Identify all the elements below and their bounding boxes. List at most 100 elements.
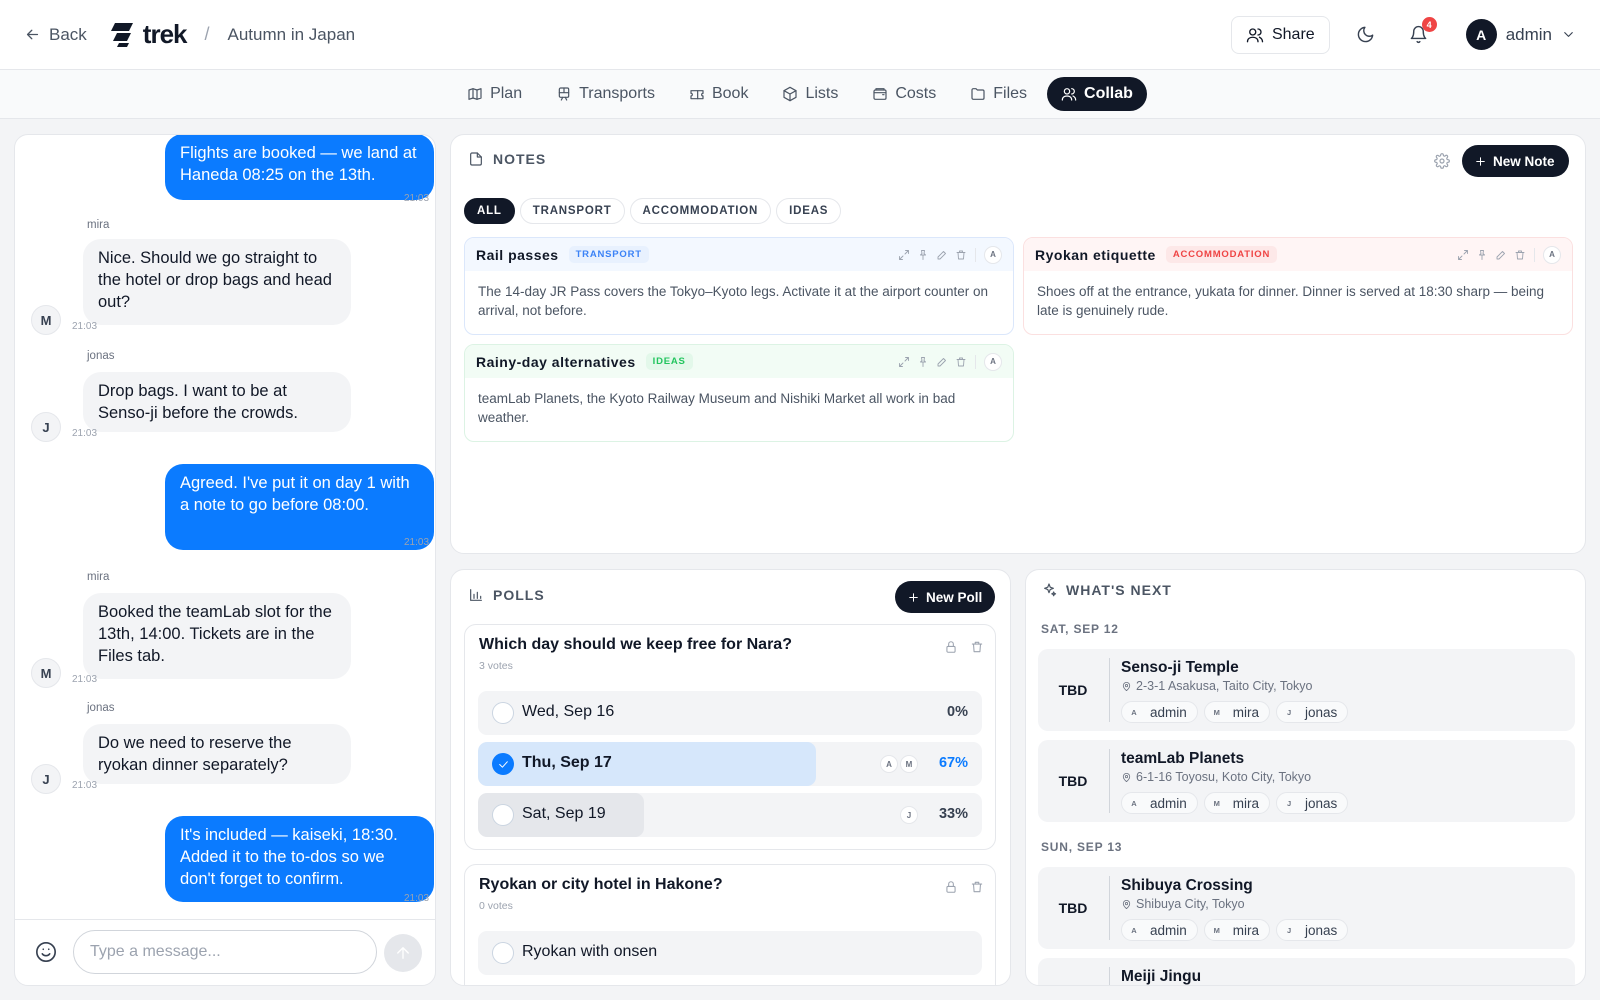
note-card[interactable]: Ryokan etiquette ACCOMMODATION A Shoes off … [1023, 237, 1573, 335]
lock-icon[interactable] [944, 640, 958, 654]
message-input[interactable] [73, 930, 377, 974]
message-bubble: Drop bags. I want to be at Senso-ji befo… [83, 372, 351, 432]
trash-icon[interactable] [955, 249, 967, 261]
participant-avatar: A [1131, 925, 1137, 935]
poll-tools [944, 640, 984, 654]
poll-option-label: Sat, Sep 19 [522, 805, 606, 822]
message-time: 21:03 [72, 780, 98, 791]
note-category-tag: TRANSPORT [568, 246, 649, 263]
participant-chip: Jjonas [1276, 792, 1349, 814]
event-card[interactable]: TBD Senso-ji Temple 2-3-1 Asakusa, Taito C… [1038, 649, 1575, 731]
day-label: SUN, SEP 13 [1041, 840, 1123, 854]
plus-icon [907, 591, 920, 604]
message-bubble: Agreed. I've put it on day 1 with a note… [165, 464, 434, 550]
poll-option-voters: AM [880, 755, 918, 773]
user-menu[interactable]: A admin [1465, 19, 1576, 50]
user-name: admin [1505, 24, 1552, 44]
emoji-icon[interactable] [35, 941, 57, 963]
filter-accommodation[interactable]: ACCOMMODATION [629, 198, 772, 224]
expand-icon[interactable] [1457, 249, 1469, 261]
tab-lists[interactable]: Lists [768, 77, 852, 111]
trash-icon[interactable] [970, 640, 984, 654]
pencil-icon[interactable] [936, 249, 948, 261]
expand-icon[interactable] [898, 249, 910, 261]
message-time: 21:03 [404, 893, 430, 904]
new-note-button[interactable]: New Note [1462, 145, 1569, 177]
filter-ideas[interactable]: IDEAS [776, 198, 842, 224]
note-card[interactable]: Rail passes TRANSPORT A The 14-day JR Pass … [464, 237, 1014, 335]
filter-transport[interactable]: TRANSPORT [519, 198, 625, 224]
pin-icon[interactable] [917, 249, 929, 261]
back-button[interactable]: Back [24, 25, 87, 45]
participant-avatar: J [1286, 798, 1292, 808]
poll-option[interactable]: Wed, Sep 16 0% [478, 691, 982, 735]
poll-option-radio[interactable] [492, 702, 514, 724]
poll-option-radio[interactable] [492, 753, 514, 775]
logo[interactable]: trek [109, 19, 187, 50]
polls-title: POLLS [493, 587, 545, 603]
tab-files[interactable]: Files [956, 77, 1041, 111]
sparkles-icon [1041, 582, 1057, 598]
back-label: Back [49, 24, 87, 44]
event-location: 2-3-1 Asakusa, Taito City, Tokyo [1121, 679, 1312, 693]
event-card[interactable]: TBD Shibuya Crossing Shibuya City, Tokyo Aa… [1038, 867, 1575, 949]
trip-tabs: Plan Transports Book Lists Costs Files Collab [0, 70, 1600, 119]
participant-name: jonas [1305, 704, 1338, 720]
participant-chip: Jjonas [1276, 919, 1349, 941]
notifications-bell-icon[interactable]: 4 [1409, 17, 1437, 44]
event-participants: Aadmin Mmira Jjonas [1121, 792, 1349, 814]
lock-icon[interactable] [944, 880, 958, 894]
event-location-text: 2-3-1 Asakusa, Taito City, Tokyo [1136, 679, 1313, 693]
event-time: TBD [1058, 900, 1088, 916]
check-icon [497, 758, 510, 771]
participant-avatar: M [1213, 798, 1220, 808]
new-note-label: New Note [1493, 153, 1555, 169]
trash-icon[interactable] [955, 356, 967, 368]
day-label: SAT, SEP 12 [1041, 622, 1119, 636]
tab-book[interactable]: Book [675, 77, 762, 111]
poll-card: Which day should we keep free for Nara? 3… [464, 624, 996, 850]
poll-option[interactable]: Thu, Sep 17 A M 67% [478, 742, 982, 786]
plus-icon [1474, 155, 1487, 168]
poll-option[interactable]: Sat, Sep 19 J 33% [478, 793, 982, 837]
new-poll-button[interactable]: New Poll [895, 581, 996, 613]
tab-transports[interactable]: Transports [542, 77, 669, 111]
whats-next-heading: WHAT'S NEXT [1041, 582, 1172, 598]
send-button[interactable] [384, 934, 422, 972]
notes-panel: NOTES New Note ALL TRANSPORT ACCOMMODATION… [450, 134, 1586, 554]
pencil-icon[interactable] [1495, 249, 1507, 261]
tab-costs[interactable]: Costs [858, 77, 950, 111]
participant-name: admin [1150, 795, 1187, 811]
dark-mode-toggle-icon[interactable] [1356, 25, 1375, 44]
trash-icon[interactable] [1514, 249, 1526, 261]
note-card[interactable]: Rainy-day alternatives IDEAS AteamLab Plan… [464, 344, 1014, 442]
whats-next-panel: WHAT'S NEXT SAT, SEP 12 TBD Senso-ji Templ… [1025, 569, 1586, 986]
pin-icon[interactable] [917, 356, 929, 368]
poll-option-label: Thu, Sep 17 [522, 754, 612, 771]
participant-name: admin [1150, 704, 1187, 720]
pin-icon[interactable] [1476, 249, 1488, 261]
note-actions: A [898, 245, 1002, 264]
map-icon [467, 86, 483, 102]
share-button[interactable]: Share [1230, 15, 1330, 54]
gear-icon[interactable] [1434, 153, 1450, 169]
note-body: Shoes off at the entrance, yukata for di… [1037, 284, 1545, 318]
poll-option[interactable]: Ryokan with onsen [478, 931, 982, 975]
arrow-up-icon [397, 947, 409, 959]
event-name: Meiji Jingu [1121, 968, 1202, 985]
note-body: The 14-day JR Pass covers the Tokyo–Kyot… [478, 284, 989, 318]
tab-plan[interactable]: Plan [453, 77, 536, 111]
divider [975, 354, 976, 369]
poll-option-radio[interactable] [492, 942, 514, 964]
pencil-icon[interactable] [936, 356, 948, 368]
event-card[interactable]: Meiji Jingu [1038, 958, 1575, 985]
trash-icon[interactable] [970, 880, 984, 894]
event-card[interactable]: TBD teamLab Planets 6-1-16 Toyosu, Koto Ci… [1038, 740, 1575, 822]
chat-messages[interactable]: Flights are booked — we land at Haneda 0… [15, 135, 435, 921]
poll-option-percent: 0% [947, 704, 968, 720]
tab-collab[interactable]: Collab [1047, 77, 1147, 111]
poll-option-radio[interactable] [492, 804, 514, 826]
filter-all[interactable]: ALL [464, 198, 515, 224]
expand-icon[interactable] [898, 356, 910, 368]
event-location-text: Shibuya City, Tokyo [1136, 897, 1245, 911]
